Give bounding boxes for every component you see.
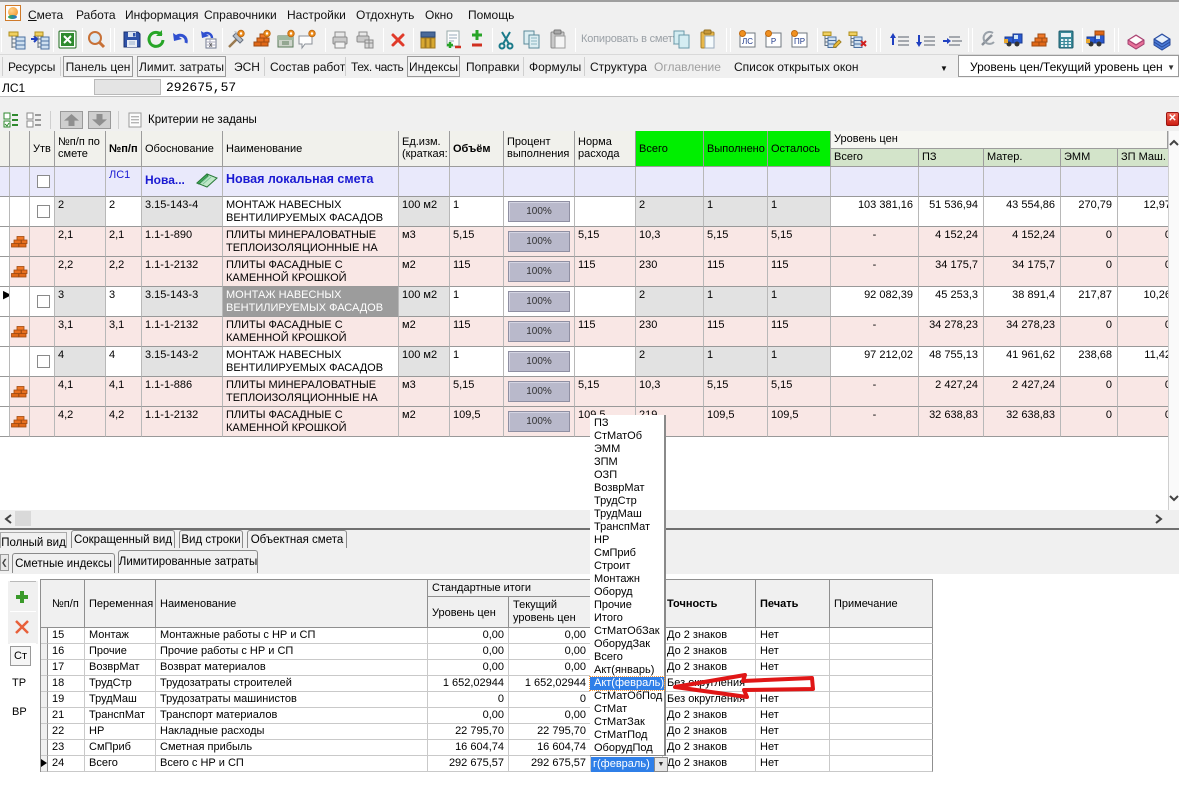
svg-text:x: x [209,42,213,49]
svg-text:ЛС: ЛС [742,37,753,46]
svg-text:ПР: ПР [794,37,805,46]
svg-text:Р: Р [771,37,776,46]
